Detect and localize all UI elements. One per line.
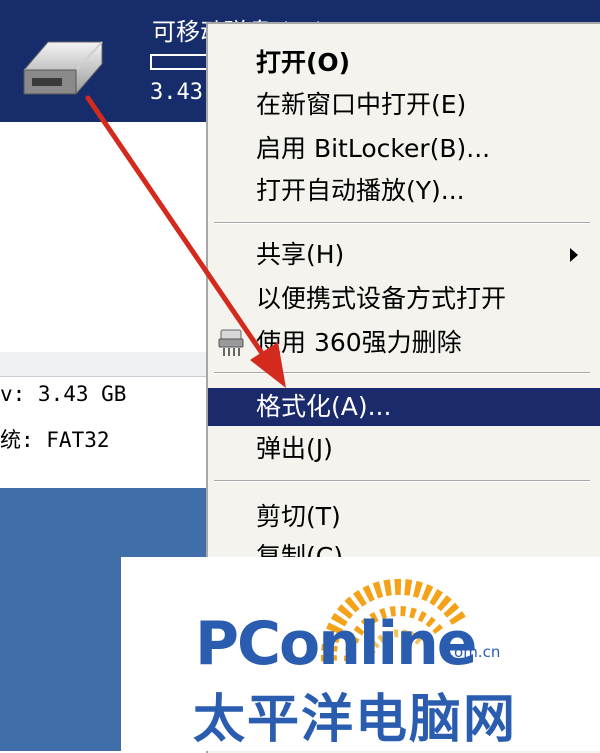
pconline-watermark: PConline .com.cn 太平洋电脑网 — [121, 557, 600, 751]
watermark-chinese: 太平洋电脑网 — [193, 690, 518, 750]
watermark-domain: .com.cn — [441, 643, 501, 661]
watermark-logo-text: PConline — [195, 609, 477, 679]
